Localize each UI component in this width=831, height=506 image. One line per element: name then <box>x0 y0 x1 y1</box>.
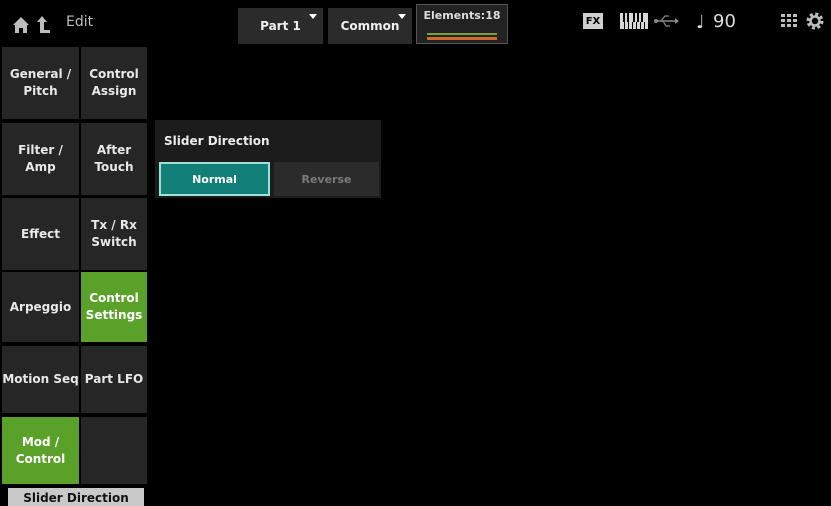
tab-motion-seq[interactable]: Motion Seq <box>2 346 79 413</box>
edit-label: Edit <box>66 14 94 30</box>
home-icon[interactable] <box>12 16 30 34</box>
part-select-button[interactable]: Part 1 <box>238 8 323 44</box>
elements-bar-green <box>427 33 497 35</box>
tab-empty <box>81 417 147 484</box>
grid-icon[interactable] <box>781 14 797 28</box>
reverse-option-button[interactable]: Reverse <box>274 162 379 196</box>
keyboard-icon[interactable] <box>620 13 648 29</box>
tab-tx-rx-switch[interactable]: Tx / Rx Switch <box>81 198 147 270</box>
tab-arpeggio[interactable]: Arpeggio <box>2 272 79 342</box>
tab-general-pitch[interactable]: General / Pitch <box>2 47 79 119</box>
tab-filter-amp[interactable]: Filter / Amp <box>2 123 79 195</box>
tab-control-settings[interactable]: Control Settings <box>81 272 147 342</box>
elements-label: Elements:18 <box>423 9 501 22</box>
part-select-label: Part 1 <box>260 19 301 33</box>
normal-option-button[interactable]: Normal <box>159 162 270 196</box>
usb-icon <box>654 15 679 27</box>
common-select-button[interactable]: Common <box>328 8 412 44</box>
slider-direction-panel: Slider Direction Normal Reverse <box>155 120 381 198</box>
bottom-tab-slider-direction[interactable]: Slider Direction <box>8 488 144 506</box>
back-up-icon[interactable] <box>36 14 52 34</box>
dropdown-triangle-icon <box>398 14 406 19</box>
tab-effect[interactable]: Effect <box>2 198 79 270</box>
tempo-value[interactable]: 90 <box>713 11 736 32</box>
panel-title: Slider Direction <box>164 134 270 148</box>
elements-bar-orange <box>427 37 497 40</box>
tab-control-assign[interactable]: Control Assign <box>81 47 147 119</box>
tab-part-lfo[interactable]: Part LFO <box>81 346 147 413</box>
elements-indicator[interactable]: Elements:18 <box>416 4 508 44</box>
dropdown-triangle-icon <box>309 14 317 19</box>
tempo-note-icon: ♩ <box>696 12 705 33</box>
tab-after-touch[interactable]: After Touch <box>81 123 147 195</box>
gear-icon[interactable] <box>805 11 825 31</box>
common-select-label: Common <box>340 19 400 33</box>
fx-icon[interactable]: FX <box>583 13 603 29</box>
top-bar: Edit Part 1 Common Elements:18 FX ♩ 90 <box>0 0 831 44</box>
tab-mod-control[interactable]: Mod / Control <box>2 417 79 484</box>
